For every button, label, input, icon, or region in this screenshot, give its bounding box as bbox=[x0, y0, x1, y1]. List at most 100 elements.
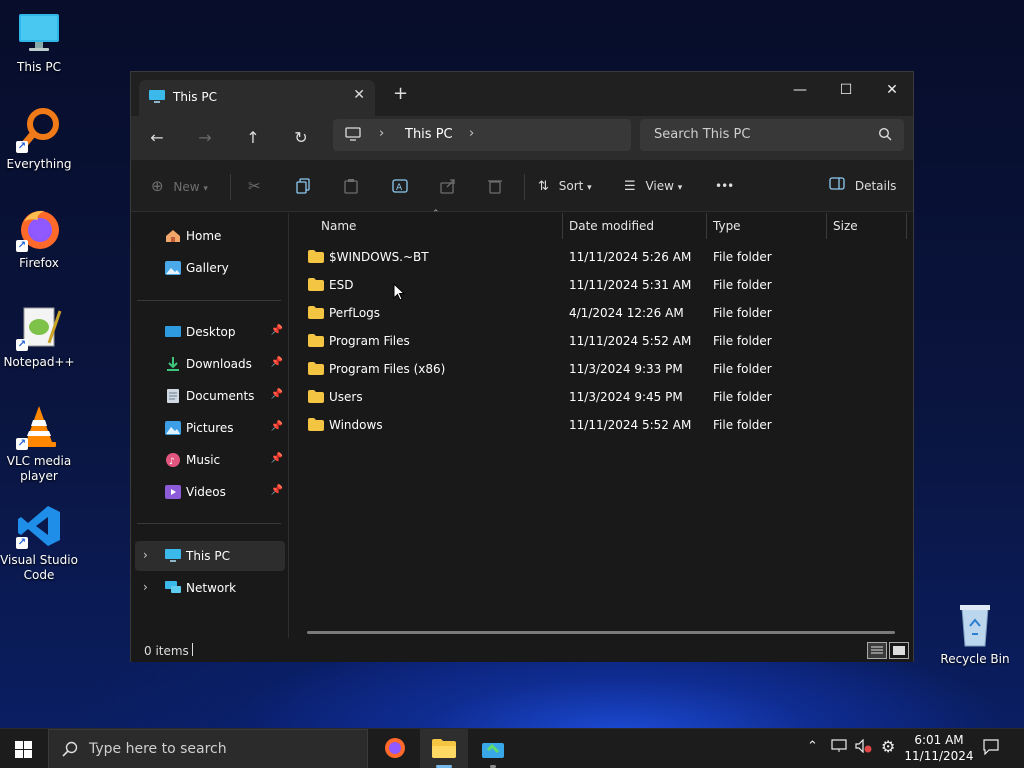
sidebar-item-desktop[interactable]: Desktop 📌 bbox=[135, 317, 285, 347]
more-options-icon[interactable]: ••• bbox=[715, 174, 734, 198]
taskbar-app-file-explorer[interactable] bbox=[420, 729, 468, 768]
column-header-name[interactable]: Name bbox=[315, 213, 563, 239]
pin-icon[interactable]: 📌 bbox=[271, 325, 283, 336]
desktop-icon-notepad-plus-plus[interactable]: ↗ Notepad++ bbox=[0, 305, 78, 370]
new-button[interactable]: ⊕ New ▾ bbox=[151, 174, 208, 198]
details-pane-icon bbox=[829, 177, 849, 193]
pin-icon[interactable]: 📌 bbox=[271, 357, 283, 368]
desktop-icon-everything[interactable]: ↗ Everything bbox=[0, 107, 78, 172]
desktop-icon-vscode[interactable]: ↗ Visual Studio Code bbox=[0, 503, 78, 583]
taskbar-search-box[interactable]: Type here to search bbox=[48, 729, 368, 768]
table-row[interactable]: PerfLogs 4/1/2024 12:26 AM File folder bbox=[300, 299, 900, 327]
view-button[interactable]: ☰ View ▾ bbox=[624, 174, 682, 198]
pin-icon[interactable]: 📌 bbox=[271, 421, 283, 432]
column-header-type[interactable]: Type bbox=[707, 213, 827, 239]
sidebar-item-documents[interactable]: Documents 📌 bbox=[135, 381, 285, 411]
network-icon[interactable] bbox=[831, 739, 847, 757]
up-arrow-icon[interactable]: ↑ bbox=[239, 126, 267, 150]
cut-icon[interactable]: ✂ bbox=[248, 174, 261, 198]
details-button[interactable]: Details bbox=[829, 174, 896, 198]
file-name: Users bbox=[329, 390, 363, 404]
chevron-right-icon[interactable]: › bbox=[143, 580, 148, 594]
sort-button[interactable]: ⇅ Sort ▾ bbox=[538, 174, 592, 198]
table-row[interactable]: Users 11/3/2024 9:45 PM File folder bbox=[300, 383, 900, 411]
sidebar-item-gallery[interactable]: Gallery bbox=[135, 253, 285, 283]
sidebar-item-pictures[interactable]: Pictures 📌 bbox=[135, 413, 285, 443]
chevron-right-icon[interactable]: › bbox=[379, 126, 384, 141]
video-icon bbox=[165, 485, 181, 499]
sidebar-item-label: Gallery bbox=[186, 261, 229, 275]
file-date: 11/3/2024 9:45 PM bbox=[569, 390, 683, 404]
share-icon[interactable] bbox=[440, 174, 456, 198]
desktop-icon-vlc[interactable]: ↗ VLC media player bbox=[0, 404, 78, 484]
sidebar-item-home[interactable]: Home bbox=[135, 221, 285, 251]
horizontal-scrollbar[interactable] bbox=[307, 631, 895, 634]
table-row[interactable]: Program Files (x86) 11/3/2024 9:33 PM Fi… bbox=[300, 355, 900, 383]
file-name: $WINDOWS.~BT bbox=[329, 250, 429, 264]
file-type: File folder bbox=[713, 278, 772, 292]
search-box[interactable]: Search This PC bbox=[640, 119, 904, 151]
copy-icon[interactable] bbox=[296, 174, 310, 198]
table-row[interactable]: $WINDOWS.~BT 11/11/2024 5:26 AM File fol… bbox=[300, 243, 900, 271]
svg-text:♪: ♪ bbox=[169, 457, 175, 467]
rename-icon[interactable]: A bbox=[392, 174, 408, 198]
delete-icon[interactable] bbox=[488, 174, 502, 198]
view-label: View bbox=[645, 179, 674, 193]
windows-start-icon[interactable] bbox=[15, 741, 32, 761]
table-row[interactable]: Windows 11/11/2024 5:52 AM File folder bbox=[300, 411, 900, 439]
sort-label: Sort bbox=[558, 179, 584, 193]
column-header-size[interactable]: Size bbox=[827, 213, 907, 239]
sidebar-item-label: Videos bbox=[186, 485, 226, 499]
pin-icon[interactable]: 📌 bbox=[271, 453, 283, 464]
refresh-icon[interactable]: ↻ bbox=[287, 126, 315, 150]
vscode-icon: ↗ bbox=[16, 503, 62, 549]
desktop-icon-recycle-bin[interactable]: Recycle Bin bbox=[936, 602, 1014, 667]
file-name: Program Files bbox=[329, 334, 410, 348]
search-icon bbox=[62, 741, 78, 760]
chevron-right-icon[interactable]: › bbox=[143, 548, 148, 562]
pin-icon[interactable]: 📌 bbox=[271, 485, 283, 496]
sidebar-item-network[interactable]: › Network bbox=[135, 573, 285, 603]
chevron-down-icon: ▾ bbox=[677, 183, 683, 193]
chevron-right-icon[interactable]: › bbox=[469, 126, 474, 141]
column-header-date-modified[interactable]: Date modified bbox=[563, 213, 707, 239]
volume-muted-icon[interactable] bbox=[855, 738, 873, 757]
gear-icon[interactable]: ⚙ bbox=[881, 737, 895, 756]
taskbar-search-placeholder: Type here to search bbox=[89, 741, 227, 757]
minimize-button[interactable]: — bbox=[777, 76, 823, 104]
sidebar-item-videos[interactable]: Videos 📌 bbox=[135, 477, 285, 507]
maximize-button[interactable]: ☐ bbox=[823, 76, 869, 104]
taskbar-app-firefox[interactable] bbox=[371, 729, 419, 768]
paste-icon[interactable] bbox=[344, 174, 358, 198]
details-view-button[interactable] bbox=[867, 642, 887, 659]
file-date: 11/11/2024 5:31 AM bbox=[569, 278, 692, 292]
sidebar-item-downloads[interactable]: Downloads 📌 bbox=[135, 349, 285, 379]
close-button[interactable]: ✕ bbox=[869, 76, 915, 104]
sidebar-item-music[interactable]: ♪ Music 📌 bbox=[135, 445, 285, 475]
pin-icon[interactable]: 📌 bbox=[271, 389, 283, 400]
desktop-icon-firefox[interactable]: ↗ Firefox bbox=[0, 206, 78, 271]
item-count: 0 items bbox=[144, 644, 189, 658]
desktop-icon-label: Notepad++ bbox=[3, 355, 75, 369]
tiles-view-button[interactable] bbox=[889, 642, 909, 659]
monitor-icon bbox=[165, 549, 181, 563]
table-row[interactable]: ESD 11/11/2024 5:31 AM File folder bbox=[300, 271, 900, 299]
notification-icon[interactable] bbox=[983, 739, 999, 759]
forward-arrow-icon[interactable]: → bbox=[191, 126, 219, 150]
tab-close-icon[interactable]: ✕ bbox=[353, 87, 365, 103]
desktop-icon-this-pc[interactable]: This PC bbox=[0, 10, 78, 75]
sidebar-item-this-pc[interactable]: › This PC bbox=[135, 541, 285, 571]
clock[interactable]: 6:01 AM 11/11/2024 bbox=[903, 732, 975, 764]
address-bar[interactable]: › This PC › bbox=[333, 119, 631, 151]
table-row[interactable]: Program Files 11/11/2024 5:52 AM File fo… bbox=[300, 327, 900, 355]
tab-this-pc[interactable]: This PC ✕ bbox=[139, 80, 375, 116]
chevron-up-icon[interactable]: ⌃ bbox=[807, 739, 818, 754]
search-placeholder: Search This PC bbox=[654, 127, 751, 142]
new-tab-plus-icon[interactable]: + bbox=[393, 84, 408, 104]
taskbar-app-store[interactable] bbox=[469, 729, 517, 768]
back-arrow-icon[interactable]: ← bbox=[143, 126, 171, 150]
new-label: New bbox=[173, 180, 200, 194]
chevron-down-icon: ▾ bbox=[203, 184, 208, 194]
breadcrumb-this-pc[interactable]: This PC bbox=[405, 127, 453, 142]
taskbar: Type here to search ⌃ ⚙ 6:01 AM 11/11/20… bbox=[0, 728, 1024, 768]
